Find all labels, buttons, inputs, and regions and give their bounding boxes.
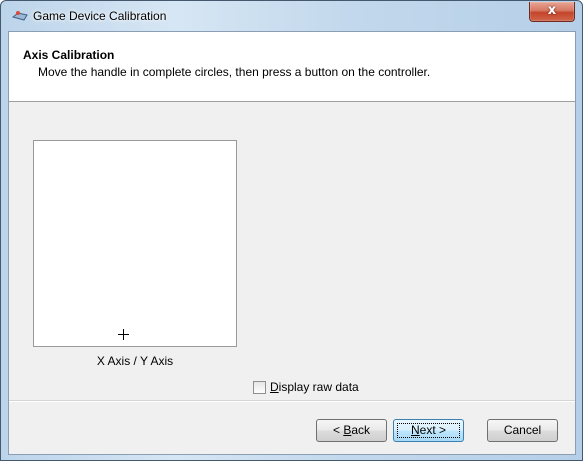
back-button[interactable]: < Back xyxy=(316,419,387,442)
xy-axis-display xyxy=(33,140,237,347)
raw-data-checkbox[interactable] xyxy=(253,381,266,394)
raw-data-label[interactable]: Display raw data xyxy=(270,380,359,394)
cancel-button[interactable]: Cancel xyxy=(487,419,558,442)
title-bar[interactable]: Game Device Calibration x xyxy=(1,1,582,31)
crosshair-icon xyxy=(117,328,130,341)
close-button[interactable]: x xyxy=(529,2,575,22)
window-title: Game Device Calibration xyxy=(33,9,167,23)
page-instructions: Move the handle in complete circles, the… xyxy=(38,65,431,79)
page-title: Axis Calibration xyxy=(23,48,115,62)
axis-label: X Axis / Y Axis xyxy=(96,354,174,368)
joystick-icon xyxy=(11,10,29,22)
close-icon: x xyxy=(547,3,557,18)
wizard-header: Axis Calibration Move the handle in comp… xyxy=(9,32,575,102)
button-separator xyxy=(9,400,575,402)
dialog-body: Axis Calibration Move the handle in comp… xyxy=(8,31,576,455)
raw-data-label-rest: isplay raw data xyxy=(278,380,359,394)
calibration-window: Game Device Calibration x Axis Calibrati… xyxy=(0,0,583,461)
next-button[interactable]: Next > xyxy=(393,419,464,442)
